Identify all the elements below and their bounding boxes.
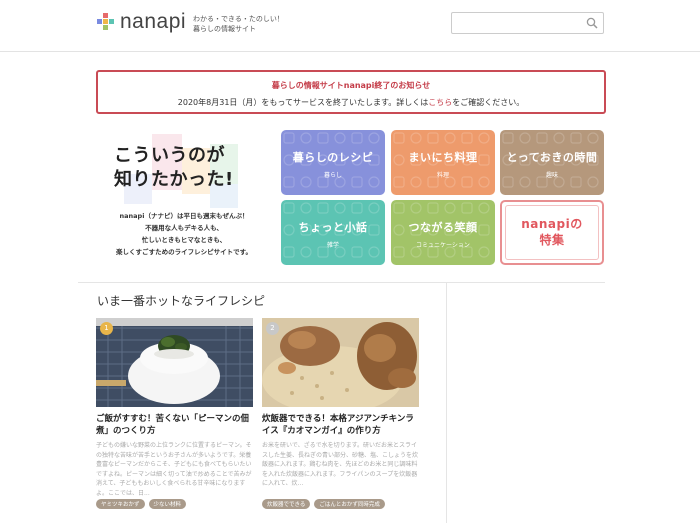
logo-text: nanapi	[120, 10, 187, 33]
search-box	[451, 12, 604, 35]
search-input[interactable]	[456, 15, 581, 35]
category-tiles: 暮らしのレシピ 暮らし まいにち料理 料理 とっておきの時間 趣味 ちょっと小話…	[281, 130, 605, 266]
category-tile-shumi[interactable]: とっておきの時間 趣味	[500, 130, 604, 195]
site-tagline: わかる・できる・たのしい！ 暮らしの情報サイト	[193, 15, 284, 33]
recipe-title[interactable]: 炊飯器でできる！本格アジアンチキンライス『カオマンガイ』の作り方	[262, 413, 419, 437]
category-tile-kurashi[interactable]: 暮らしのレシピ 暮らし	[281, 130, 385, 195]
hero-heading: こういうのが 知りたかった!	[114, 145, 234, 190]
recipe-excerpt: お米を研いで、ざるで水を切ります。研いだお米とスライスした生姜、長ねぎの青い部分…	[262, 442, 419, 487]
column-divider	[446, 283, 447, 523]
recipe-thumbnail[interactable]: 2	[262, 318, 419, 407]
green-pepper-dish-image	[96, 318, 253, 407]
section-divider	[78, 282, 605, 283]
service-end-notice: 暮らしの情報サイトnanapi終了のお知らせ 2020年8月31日（月）をもって…	[96, 70, 606, 114]
tag[interactable]: ごはんとおかず同時完成	[314, 499, 385, 509]
tag[interactable]: 少ない材料	[148, 499, 187, 509]
site-header: nanapi わかる・できる・たのしい！ 暮らしの情報サイト	[0, 0, 700, 52]
rank-badge: 1	[100, 322, 113, 335]
search-icon[interactable]	[586, 17, 598, 29]
site-logo[interactable]: nanapi	[97, 10, 186, 34]
tag-list: ヤミツキおかず 少ない材料	[96, 499, 253, 509]
hot-recipes-title: いま一番ホットなライフレシピ	[97, 294, 266, 308]
category-tile-ryouri[interactable]: まいにち料理 料理	[391, 130, 495, 195]
category-tile-zatsugaku[interactable]: ちょっと小話 雑学	[281, 200, 385, 265]
notice-body: 2020年8月31日（月）をもってサービスを終了いたします。詳しくはこちらをご確…	[177, 98, 525, 107]
hero-intro: こういうのが 知りたかった! nanapi（ナナピ）は平日も週末もぜんぶ！ 不器…	[96, 128, 266, 268]
recipe-excerpt: 子どもの嫌いな野菜の上位ランクに位置するピーマン。その独特な苦味が苦手というお子…	[96, 442, 252, 496]
tag[interactable]: ヤミツキおかず	[96, 499, 145, 509]
recipe-thumbnail[interactable]: 1	[96, 318, 253, 407]
logo-mark-icon	[97, 13, 115, 31]
special-feature-tile[interactable]: nanapiの 特集	[500, 200, 604, 265]
category-tile-communication[interactable]: つながる笑顔 コミュニケーション	[391, 200, 495, 265]
tag-list: 炊飯器でできる ごはんとおかず同時完成	[262, 499, 419, 509]
tag[interactable]: 炊飯器でできる	[262, 499, 311, 509]
recipe-card[interactable]: 1 ご飯がすすむ！苦くない「ピーマンの佃煮」のつくり方 子どもの嫌いな野菜の上位…	[96, 318, 253, 509]
rank-badge: 2	[266, 322, 279, 335]
notice-details-link[interactable]: こちら	[428, 98, 452, 107]
chicken-rice-dish-image	[262, 318, 419, 407]
recipe-card[interactable]: 2 炊飯器でできる！本格アジアンチキンライス『カオマンガイ』の作り方 お米を研い…	[262, 318, 419, 509]
notice-title: 暮らしの情報サイトnanapi終了のお知らせ	[271, 81, 431, 90]
hero-description: nanapi（ナナピ）は平日も週末もぜんぶ！ 不器用な人もデキる人も、 忙しいと…	[116, 212, 252, 256]
recipe-title[interactable]: ご飯がすすむ！苦くない「ピーマンの佃煮」のつくり方	[96, 413, 253, 437]
